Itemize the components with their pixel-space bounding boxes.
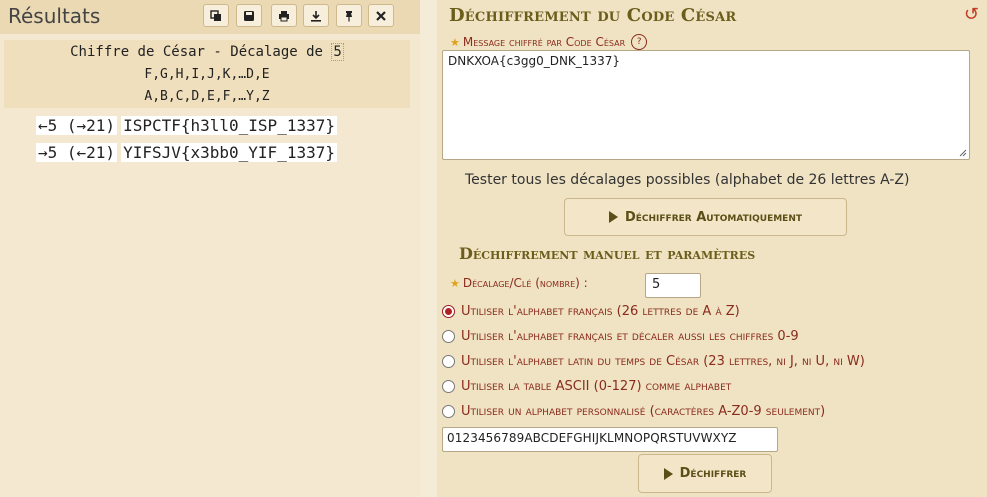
message-label-text: Message chiffré par Code César — [462, 35, 626, 49]
message-label: ★ Message chiffré par Code César ? — [450, 34, 648, 50]
manual-section-title: Déchiffrement manuel et paramètres — [459, 244, 756, 263]
message-value: DNKXOA{c3gg0_DNK_1337} — [448, 54, 620, 68]
decrypt-label: Déchiffrer — [679, 466, 747, 481]
results-title: Résultats — [8, 4, 101, 28]
result-text: ISPCTF{h3ll0_ISP_1337} — [121, 115, 337, 135]
auto-decrypt-label: Déchiffrer Automatiquement — [624, 209, 802, 225]
option-label: Utiliser l'alphabet français et décaler … — [461, 329, 799, 344]
caption-prefix: Chiffre de César - Décalage de — [70, 44, 332, 60]
caption-shift: 5 — [331, 43, 344, 61]
pin-button[interactable] — [336, 4, 362, 27]
result-shift-label: →5 (←21) — [36, 142, 118, 162]
message-textarea[interactable]: DNKXOA{c3gg0_DNK_1337} — [442, 50, 970, 160]
key-label: ★ Décalage/Clé (nombre) : — [450, 276, 588, 290]
option-ascii-table[interactable]: Utiliser la table ASCII (0-127) comme al… — [442, 379, 731, 394]
option-french-alphabet[interactable]: Utiliser l'alphabet français (26 lettres… — [442, 304, 740, 319]
star-icon: ★ — [450, 276, 460, 290]
alphabet-shifted: F,G,H,I,J,K,…D,E — [144, 67, 270, 82]
decoder-panel: Déchiffrement du Code César ↺ ★ Message … — [437, 0, 987, 497]
result-row[interactable]: →5 (←21) YIFSJV{x3bb0_YIF_1337} — [36, 141, 337, 163]
option-custom-alphabet[interactable]: Utiliser un alphabet personnalisé (carac… — [442, 404, 825, 419]
custom-alphabet-input[interactable]: 0123456789ABCDEFGHIJKLMNOPQRSTUVWXYZ — [442, 427, 778, 452]
cipher-summary: Chiffre de César - Décalage de 5 F,G,H,I… — [4, 40, 410, 108]
save-icon — [244, 10, 254, 21]
result-text: YIFSJV{x3bb0_YIF_1337} — [121, 142, 337, 162]
results-panel: Résultats Chiffre de César - Décalage de… — [0, 0, 420, 497]
alphabet-plain: A,B,C,D,E,F,…Y,Z — [144, 89, 270, 104]
star-icon: ★ — [450, 35, 460, 49]
key-input[interactable]: 5 — [645, 273, 701, 298]
print-icon — [279, 10, 289, 21]
decrypt-button[interactable]: Déchiffrer — [638, 454, 772, 493]
decoder-header: Déchiffrement du Code César ↺ — [437, 0, 987, 32]
radio-button[interactable] — [442, 380, 455, 393]
play-icon — [663, 467, 673, 480]
option-french-digits[interactable]: Utiliser l'alphabet français et décaler … — [442, 329, 799, 344]
radio-button[interactable] — [442, 355, 455, 368]
help-icon[interactable]: ? — [631, 34, 648, 50]
radio-button[interactable] — [442, 305, 455, 318]
test-all-text: Tester tous les décalages possibles (alp… — [465, 172, 910, 188]
copy-icon — [210, 9, 221, 21]
pin-icon — [346, 10, 352, 21]
auto-decrypt-button[interactable]: Déchiffrer Automatiquement — [564, 198, 847, 236]
result-row[interactable]: ←5 (→21) ISPCTF{h3ll0_ISP_1337} — [36, 114, 337, 136]
copy-button[interactable] — [203, 4, 229, 27]
refresh-icon[interactable]: ↺ — [964, 4, 979, 25]
cipher-caption: Chiffre de César - Décalage de 5 — [4, 43, 410, 61]
results-header: Résultats — [0, 0, 420, 34]
option-label: Utiliser l'alphabet français (26 lettres… — [461, 304, 740, 319]
save-button[interactable] — [236, 4, 262, 27]
radio-button[interactable] — [442, 330, 455, 343]
radio-button[interactable] — [442, 405, 455, 418]
key-label-text: Décalage/Clé (nombre) : — [462, 276, 588, 290]
option-label: Utiliser l'alphabet latin du temps de Cé… — [461, 354, 865, 369]
close-icon — [376, 10, 386, 21]
option-label: Utiliser la table ASCII (0-127) comme al… — [461, 379, 732, 394]
option-label: Utiliser un alphabet personnalisé (carac… — [461, 404, 826, 419]
option-latin-alphabet[interactable]: Utiliser l'alphabet latin du temps de Cé… — [442, 354, 865, 369]
resize-grip-icon[interactable] — [958, 148, 967, 157]
close-button[interactable] — [368, 4, 394, 27]
panel-divider — [420, 0, 437, 497]
page-title: Déchiffrement du Code César — [449, 5, 737, 26]
play-icon — [608, 211, 618, 223]
download-button[interactable] — [303, 4, 329, 27]
print-button[interactable] — [271, 4, 297, 27]
result-shift-label: ←5 (→21) — [36, 115, 118, 135]
download-icon — [311, 10, 321, 22]
